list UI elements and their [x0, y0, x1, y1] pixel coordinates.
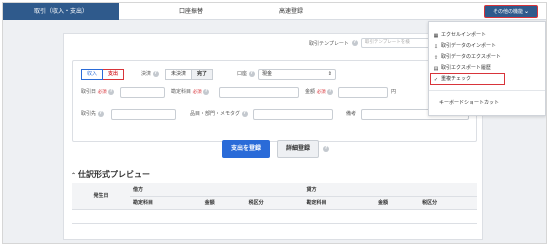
other-features-menu: ▦ エクセルインポート ⇩ 取引データのインポート ⇧ 取引データのエクスポート ▤ 取…: [428, 21, 546, 116]
help-icon[interactable]: ?: [108, 88, 115, 95]
transaction-panel: 取引テンプレート ? 取引テンプレートを検 収入 支出 決済 ? 未決済 完了 …: [63, 33, 483, 240]
detail-register-button[interactable]: 詳細登録: [277, 140, 319, 158]
debit-header: 借方: [130, 183, 304, 197]
settlement-toggle: 未決済 完了: [165, 69, 214, 80]
table-cell: [201, 209, 246, 224]
unsettled-option[interactable]: 未決済: [165, 69, 193, 80]
help-icon[interactable]: ?: [152, 70, 159, 77]
expense-option[interactable]: 支出: [103, 69, 125, 80]
table-cell: [303, 209, 376, 224]
table-cell: [130, 209, 202, 224]
income-option[interactable]: 収入: [81, 69, 104, 80]
help-icon[interactable]: ?: [248, 70, 255, 77]
account-item-input[interactable]: [219, 87, 299, 98]
menu-item-label: キーボードショートカット: [439, 100, 500, 106]
help-icon[interactable]: ?: [327, 88, 334, 95]
required-badge: 必須: [316, 90, 326, 95]
account-label: 口座 ?: [237, 69, 255, 80]
help-icon[interactable]: ?: [97, 110, 104, 117]
help-icon[interactable]: ?: [203, 88, 210, 95]
amount-input[interactable]: [338, 87, 388, 98]
tags-input[interactable]: [253, 109, 333, 120]
other-features-label: その他の機能: [492, 9, 523, 15]
template-select[interactable]: 取引テンプレートを検: [360, 38, 431, 48]
app-frame: 取引（収入・支出） 口座振替 高速登録 その他の機能⌄ 取引テンプレート ? 取…: [2, 2, 547, 244]
partner-label: 取引先 ?: [81, 109, 104, 120]
select-arrow-icon: ⇕: [327, 71, 332, 77]
amount-label-text: 金額: [305, 89, 316, 95]
help-icon[interactable]: ?: [323, 146, 329, 152]
date-label-text: 取引日: [81, 89, 97, 95]
occurrence-date-header: 発生日: [72, 183, 130, 210]
top-nav: 取引（収入・支出） 口座振替 高速登録 その他の機能⌄: [3, 3, 546, 20]
partner-label-text: 取引先: [81, 111, 97, 117]
menu-item-label: 取引データのエクスポート: [441, 54, 501, 60]
tags-label-text: 品目・部門・メモタグ: [190, 111, 241, 117]
table-cell: [245, 209, 304, 224]
type-toggle: 収入 支出: [81, 69, 125, 80]
menu-item-duplicate-check[interactable]: ✓ 重複チェック: [433, 74, 471, 85]
menu-item-export[interactable]: ⇧ 取引データのエクスポート: [433, 52, 501, 63]
history-icon: ▤: [433, 65, 439, 72]
tab-income-expense[interactable]: 取引（収入・支出）: [3, 3, 119, 20]
date-label: 取引日 必須 ?: [81, 87, 115, 98]
menu-item-label: エクセルインポート: [441, 32, 487, 38]
menu-item-label: 取引データのインポート: [441, 43, 497, 49]
account-select[interactable]: 現金 ⇕: [258, 69, 336, 80]
table-cell: [375, 209, 420, 224]
account-label-text: 口座: [237, 71, 248, 77]
tab-fast-entry[interactable]: 高速登録: [261, 3, 321, 20]
column-header: 勘定科目: [303, 196, 376, 210]
settled-option[interactable]: 完了: [192, 69, 214, 80]
preview-title: 仕訳形式プレビュー: [78, 170, 151, 179]
date-input[interactable]: [120, 87, 165, 98]
credit-header: 貸方: [303, 183, 477, 197]
check-icon: ✓: [433, 76, 439, 83]
table-cell: [72, 209, 130, 224]
column-header: 金額: [375, 196, 420, 210]
settlement-label-text: 決済: [141, 71, 152, 77]
account-value: 現金: [262, 71, 273, 77]
journal-preview-table: 発生日 借方 貸方 勘定科目 金額 税区分 勘定科目 金額 税区分: [72, 183, 477, 224]
menu-item-keyboard-shortcuts[interactable]: キーボードショートカット: [439, 98, 499, 109]
tab-account-transfer[interactable]: 口座振替: [161, 3, 221, 20]
help-icon[interactable]: ?: [351, 40, 358, 46]
import-icon: ⇩: [433, 43, 439, 50]
table-cell: [419, 209, 477, 224]
required-badge: 必須: [97, 90, 107, 95]
template-row: 取引テンプレート ? 取引テンプレートを検: [309, 38, 431, 48]
column-header: 税区分: [419, 196, 477, 210]
tags-label: 品目・部門・メモタグ ?: [190, 109, 248, 120]
account-item-label: 勘定科目 必須 ?: [171, 87, 210, 98]
export-icon: ⇧: [433, 54, 439, 61]
transaction-form: 収入 支出 決済 ? 未決済 完了 口座 ? 現金 ⇕ 取引日 必須 ? 勘定科…: [72, 60, 477, 142]
column-header: 勘定科目: [130, 196, 202, 210]
menu-divider: [429, 90, 545, 91]
table-icon: ▦: [433, 32, 439, 39]
column-header: 税区分: [245, 196, 304, 210]
menu-item-excel-import[interactable]: ▦ エクセルインポート: [433, 30, 486, 41]
partner-input[interactable]: [111, 109, 176, 120]
required-badge: 必須: [192, 90, 202, 95]
remarks-label: 備考: [346, 111, 357, 117]
chevron-down-icon: ⌄: [523, 8, 530, 15]
preview-toggle[interactable]: ⌃ 仕訳形式プレビュー: [71, 169, 150, 180]
settlement-label: 決済 ?: [141, 69, 159, 80]
menu-item-import[interactable]: ⇩ 取引データのインポート: [433, 41, 496, 52]
register-expense-button[interactable]: 支出を登録: [222, 140, 270, 158]
account-item-label-text: 勘定科目: [171, 89, 192, 95]
chevron-up-icon: ⌃: [71, 172, 77, 179]
other-features-button[interactable]: その他の機能⌄: [484, 5, 538, 18]
help-icon[interactable]: ?: [241, 110, 248, 117]
template-label: 取引テンプレート: [309, 40, 349, 47]
menu-item-label: 重複チェック: [441, 76, 472, 82]
yen-unit: 円: [391, 89, 397, 95]
amount-label: 金額 必須 ?: [305, 87, 334, 98]
column-header: 金額: [201, 196, 246, 210]
table-row: [72, 209, 477, 224]
